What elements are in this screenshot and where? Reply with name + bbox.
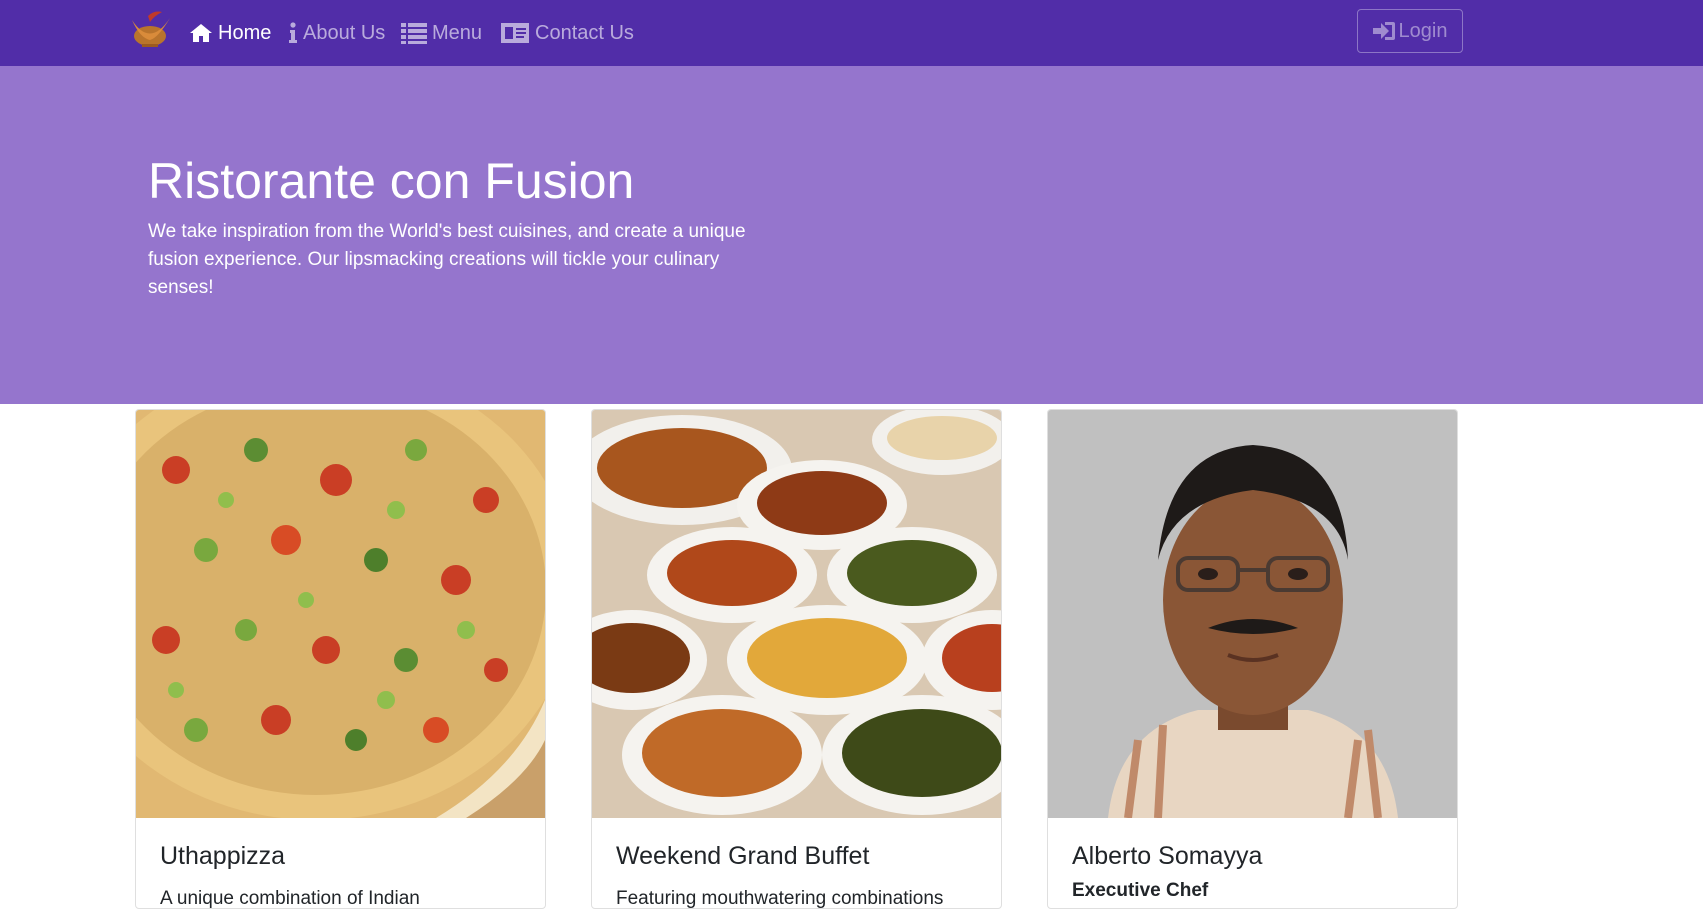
buffet-photo bbox=[592, 410, 1001, 818]
nav-contact-label: Contact Us bbox=[535, 21, 634, 44]
navbar: Home About Us Menu Contact Us Login bbox=[0, 0, 1703, 66]
nav-about[interactable]: About Us bbox=[288, 18, 385, 48]
sign-in-icon bbox=[1372, 22, 1395, 40]
card-text: A unique combination of Indian bbox=[160, 888, 420, 909]
page-title: Ristorante con Fusion bbox=[148, 153, 635, 209]
list-icon bbox=[401, 23, 427, 44]
nav-menu-label: Menu bbox=[432, 21, 483, 44]
card-title: Uthappizza bbox=[160, 842, 286, 870]
pizza-photo bbox=[136, 410, 545, 818]
jumbotron-text: We take inspiration from the World's bes… bbox=[148, 221, 746, 298]
home-icon bbox=[190, 24, 212, 42]
nav-contact[interactable]: Contact Us bbox=[500, 18, 634, 48]
card-promotion[interactable]: Weekend Grand Buffet Featuring mouthwate… bbox=[591, 409, 1002, 909]
nav-menu[interactable]: Menu bbox=[401, 18, 482, 48]
address-card-icon bbox=[501, 23, 529, 43]
info-icon bbox=[289, 22, 297, 43]
nav-about-label: About Us bbox=[303, 21, 386, 44]
card-text: Featuring mouthwatering combinations bbox=[616, 888, 944, 909]
card-title: Weekend Grand Buffet bbox=[616, 842, 870, 870]
jumbotron: Ristorante con Fusion We take inspiratio… bbox=[0, 66, 1703, 404]
nav-home-label: Home bbox=[218, 21, 272, 44]
card-dish[interactable]: Uthappizza A unique combination of India… bbox=[135, 409, 546, 909]
login-label: Login bbox=[1398, 19, 1448, 42]
nav-home[interactable]: Home bbox=[189, 18, 271, 48]
chef-portrait-photo bbox=[1048, 410, 1457, 818]
card-title: Alberto Somayya bbox=[1072, 842, 1263, 870]
card-leader[interactable]: Alberto Somayya Executive Chef bbox=[1047, 409, 1458, 909]
brand-logo[interactable] bbox=[128, 10, 176, 52]
login-button[interactable]: Login bbox=[1357, 9, 1463, 53]
card-subtitle: Executive Chef bbox=[1072, 880, 1209, 901]
logo-icon bbox=[132, 11, 170, 47]
